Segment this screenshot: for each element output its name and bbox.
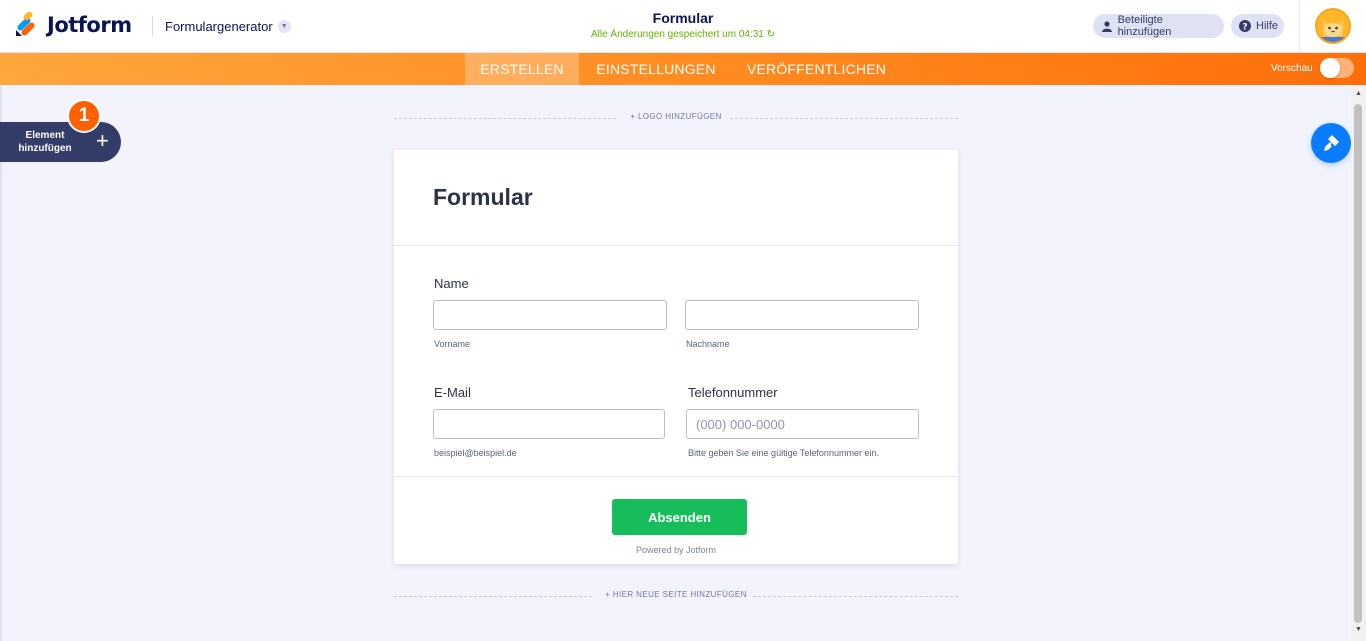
- chevron-down-icon: ▼: [277, 20, 291, 33]
- left-panel-edge: [0, 86, 2, 641]
- first-name-sublabel: Vorname: [434, 339, 471, 349]
- scroll-up-icon[interactable]: ▲: [1354, 90, 1363, 98]
- svg-text:?: ?: [1242, 23, 1247, 33]
- header-divider: [152, 16, 153, 36]
- phone-input[interactable]: [686, 409, 919, 439]
- add-logo-row[interactable]: + LOGO HINZUFÜGEN: [394, 112, 958, 124]
- page-title[interactable]: Formular: [540, 10, 826, 26]
- preview-label: Vorschau: [1271, 63, 1313, 74]
- last-name-input[interactable]: [685, 300, 919, 330]
- avatar[interactable]: [1315, 8, 1351, 44]
- card-divider: [394, 476, 958, 477]
- form-title-area: Formular Alle Änderungen gespeichert um …: [540, 10, 826, 40]
- save-status-text: Alle Änderungen gespeichert um 04:31: [590, 29, 764, 40]
- generator-dropdown[interactable]: Formulargenerator ▼: [165, 19, 291, 34]
- add-element-label: Element hinzufügen: [18, 130, 72, 154]
- add-page-link[interactable]: + HIER NEUE SEITE HINZUFÜGEN: [394, 590, 958, 599]
- name-label[interactable]: Name: [434, 276, 469, 291]
- powered-by[interactable]: Powered by Jotform: [394, 545, 958, 555]
- add-element-button[interactable]: Element hinzufügen +: [0, 122, 121, 162]
- tab-settings[interactable]: EINSTELLUNGEN: [590, 53, 722, 85]
- refresh-icon: ↻: [766, 29, 776, 40]
- step-badge: 1: [67, 99, 101, 133]
- scroll-down-icon[interactable]: ▼: [1354, 626, 1363, 634]
- add-logo-link[interactable]: + LOGO HINZUFÜGEN: [394, 112, 958, 121]
- tab-publish[interactable]: VERÖFFENTLICHEN: [740, 53, 893, 85]
- form-heading[interactable]: Formular: [433, 184, 533, 211]
- first-name-input[interactable]: [433, 300, 667, 330]
- help-icon: ?: [1239, 20, 1251, 32]
- paint-roller-icon: [1324, 135, 1339, 151]
- email-input[interactable]: [433, 409, 665, 439]
- email-label[interactable]: E-Mail: [434, 385, 471, 400]
- submit-button[interactable]: Absenden: [612, 499, 747, 535]
- email-sublabel: beispiel@beispiel.de: [434, 448, 517, 458]
- scrollbar-thumb[interactable]: [1354, 104, 1362, 623]
- help-label: Hilfe: [1256, 20, 1279, 32]
- brand-name: Jotform: [47, 13, 132, 37]
- add-participants-label: Beteiligte hinzufügen: [1117, 14, 1172, 38]
- last-name-sublabel: Nachname: [686, 339, 730, 349]
- cat-avatar-icon: [1317, 10, 1349, 42]
- add-page-row[interactable]: + HIER NEUE SEITE HINZUFÜGEN: [394, 590, 958, 602]
- generator-label: Formulargenerator: [165, 19, 273, 34]
- add-participants-button[interactable]: Beteiligte hinzufügen: [1093, 14, 1224, 38]
- header-divider-right: [1299, 0, 1300, 53]
- save-status: Alle Änderungen gespeichert um 04:31 ↻: [540, 29, 826, 40]
- card-divider: [394, 245, 958, 246]
- top-header: Jotform Formulargenerator ▼ Formular All…: [0, 0, 1366, 53]
- jotform-logo[interactable]: Jotform: [14, 12, 132, 38]
- preview-toggle[interactable]: [1320, 58, 1354, 78]
- jotform-logo-icon: [16, 12, 35, 36]
- toggle-knob: [1320, 58, 1340, 78]
- plus-icon: +: [96, 128, 109, 153]
- form-designer-button[interactable]: [1311, 123, 1351, 163]
- phone-sublabel: Bitte geben Sie eine gültige Telefonnumm…: [688, 448, 879, 458]
- phone-label[interactable]: Telefonnummer: [688, 385, 778, 400]
- form-card: Formular Name Vorname Nachname E-Mail be…: [394, 150, 958, 564]
- user-icon: [1101, 20, 1113, 32]
- tab-create[interactable]: ERSTELLEN: [465, 53, 579, 85]
- help-button[interactable]: ? Hilfe: [1231, 14, 1284, 38]
